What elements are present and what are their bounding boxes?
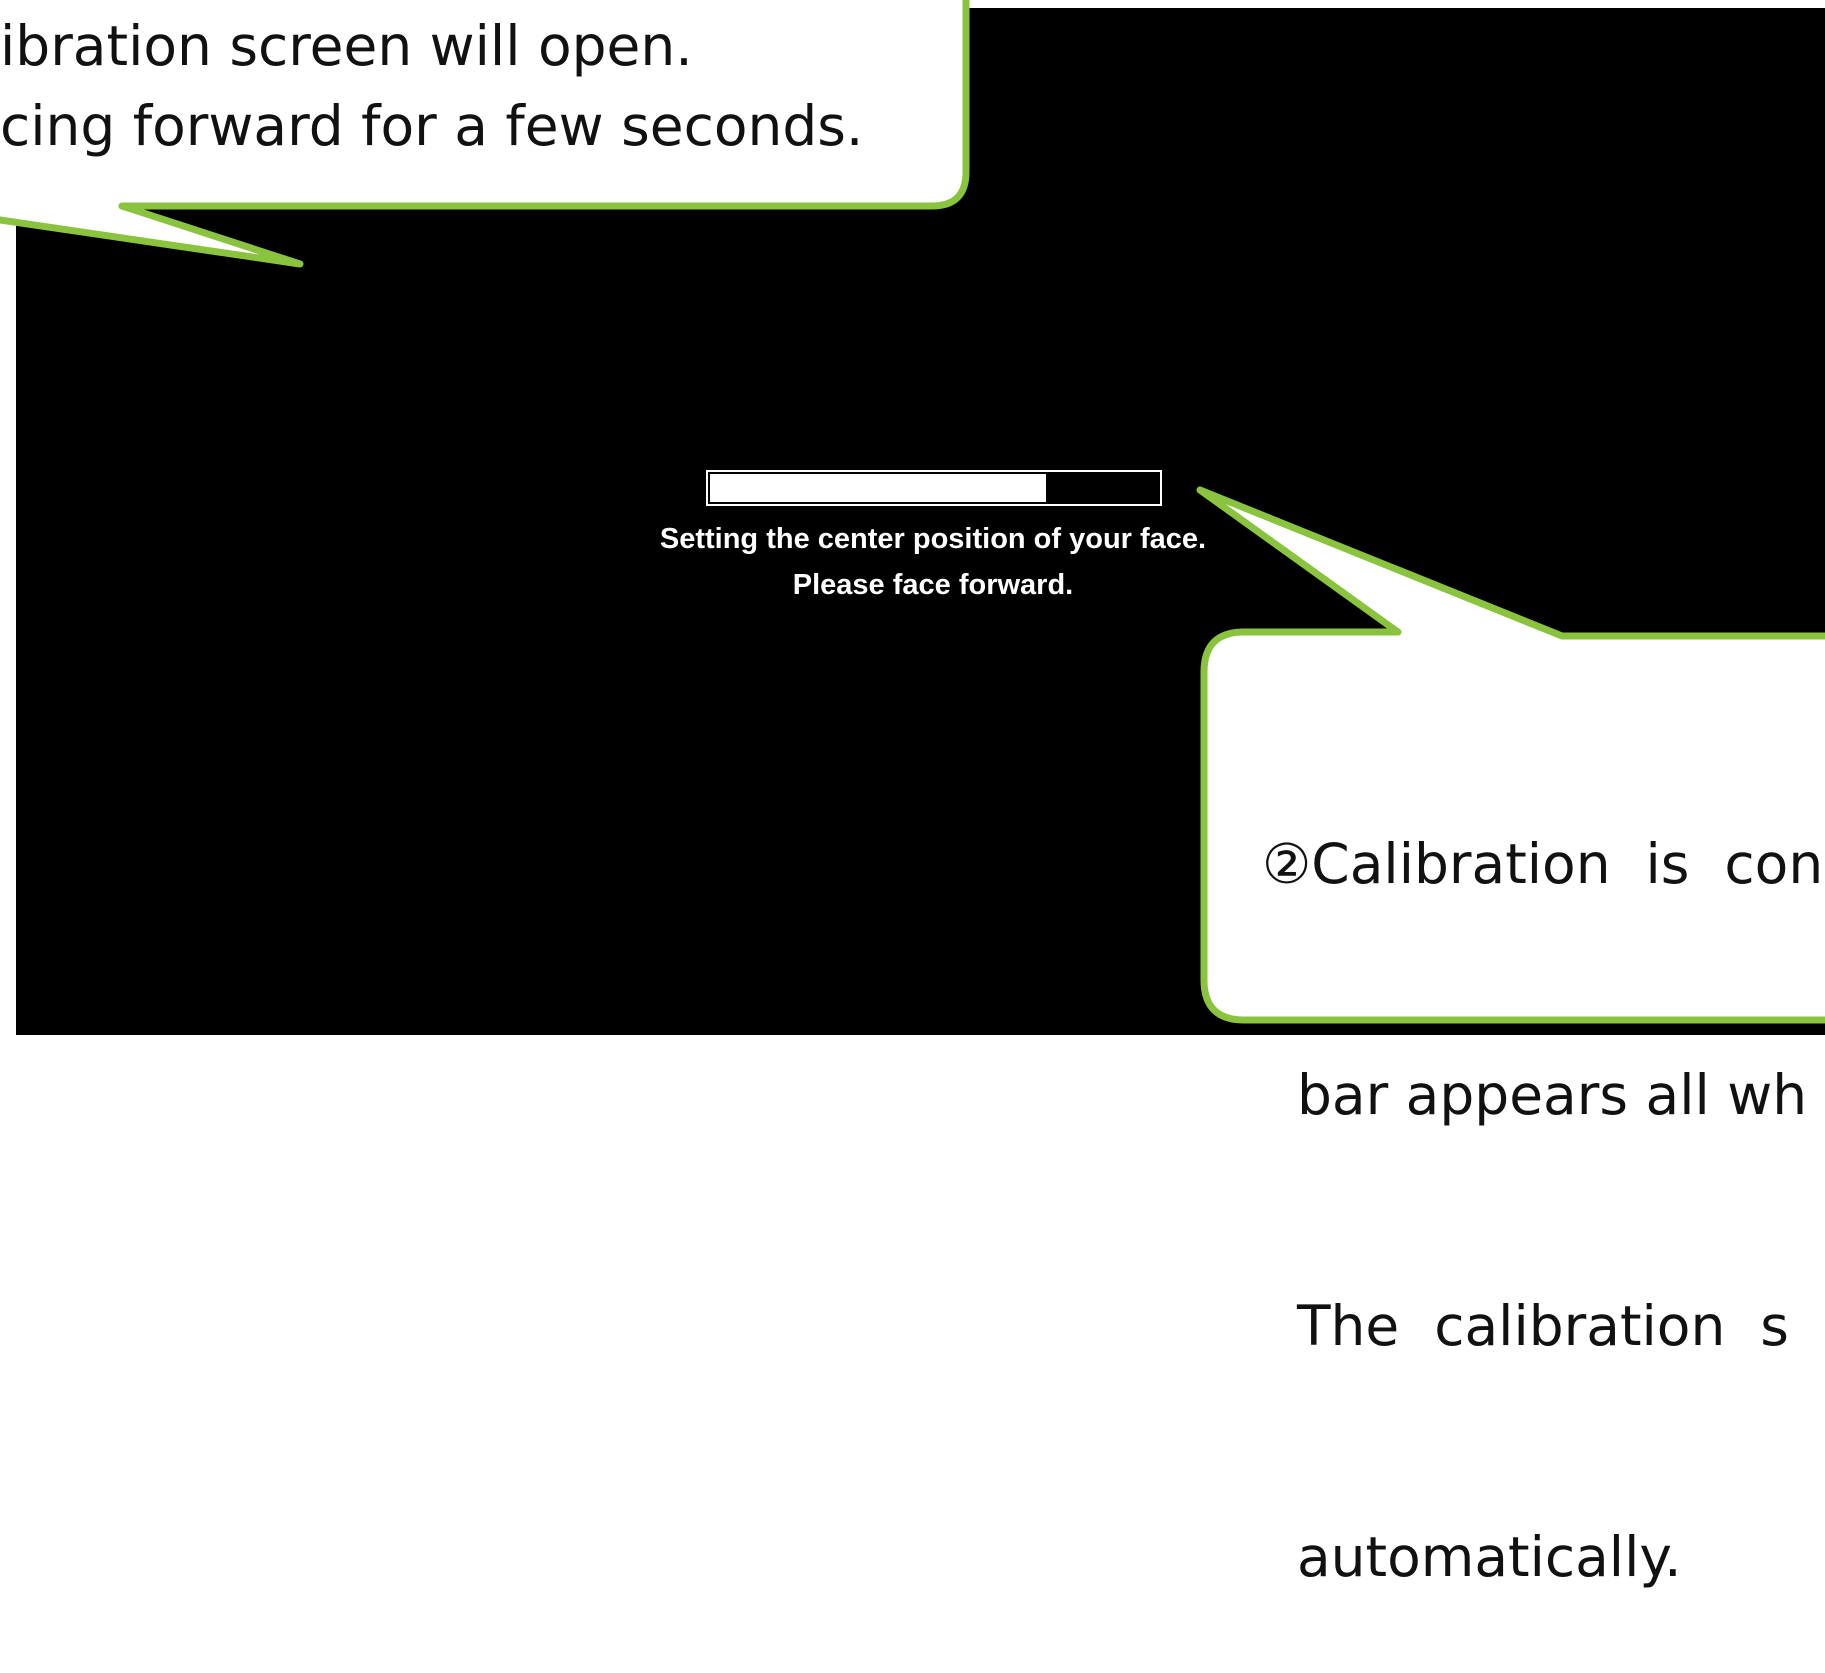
- callout-bottom-line-2: bar appears all wh: [1262, 1063, 1808, 1127]
- callout-bottom-text: ②Calibration is con bar appears all wh T…: [1262, 672, 1823, 1673]
- callout-bottom-line-4: automatically.: [1262, 1525, 1682, 1589]
- callout-top-line-1: ibration screen will open.: [0, 14, 693, 78]
- callout-top-text: ibration screen will open. cing forward …: [0, 6, 863, 166]
- callout-top-line-2: cing forward for a few seconds.: [0, 94, 864, 158]
- callout-bottom-line-1: ②Calibration is con: [1262, 832, 1824, 896]
- callout-bottom-line-3: The calibration s: [1262, 1294, 1789, 1358]
